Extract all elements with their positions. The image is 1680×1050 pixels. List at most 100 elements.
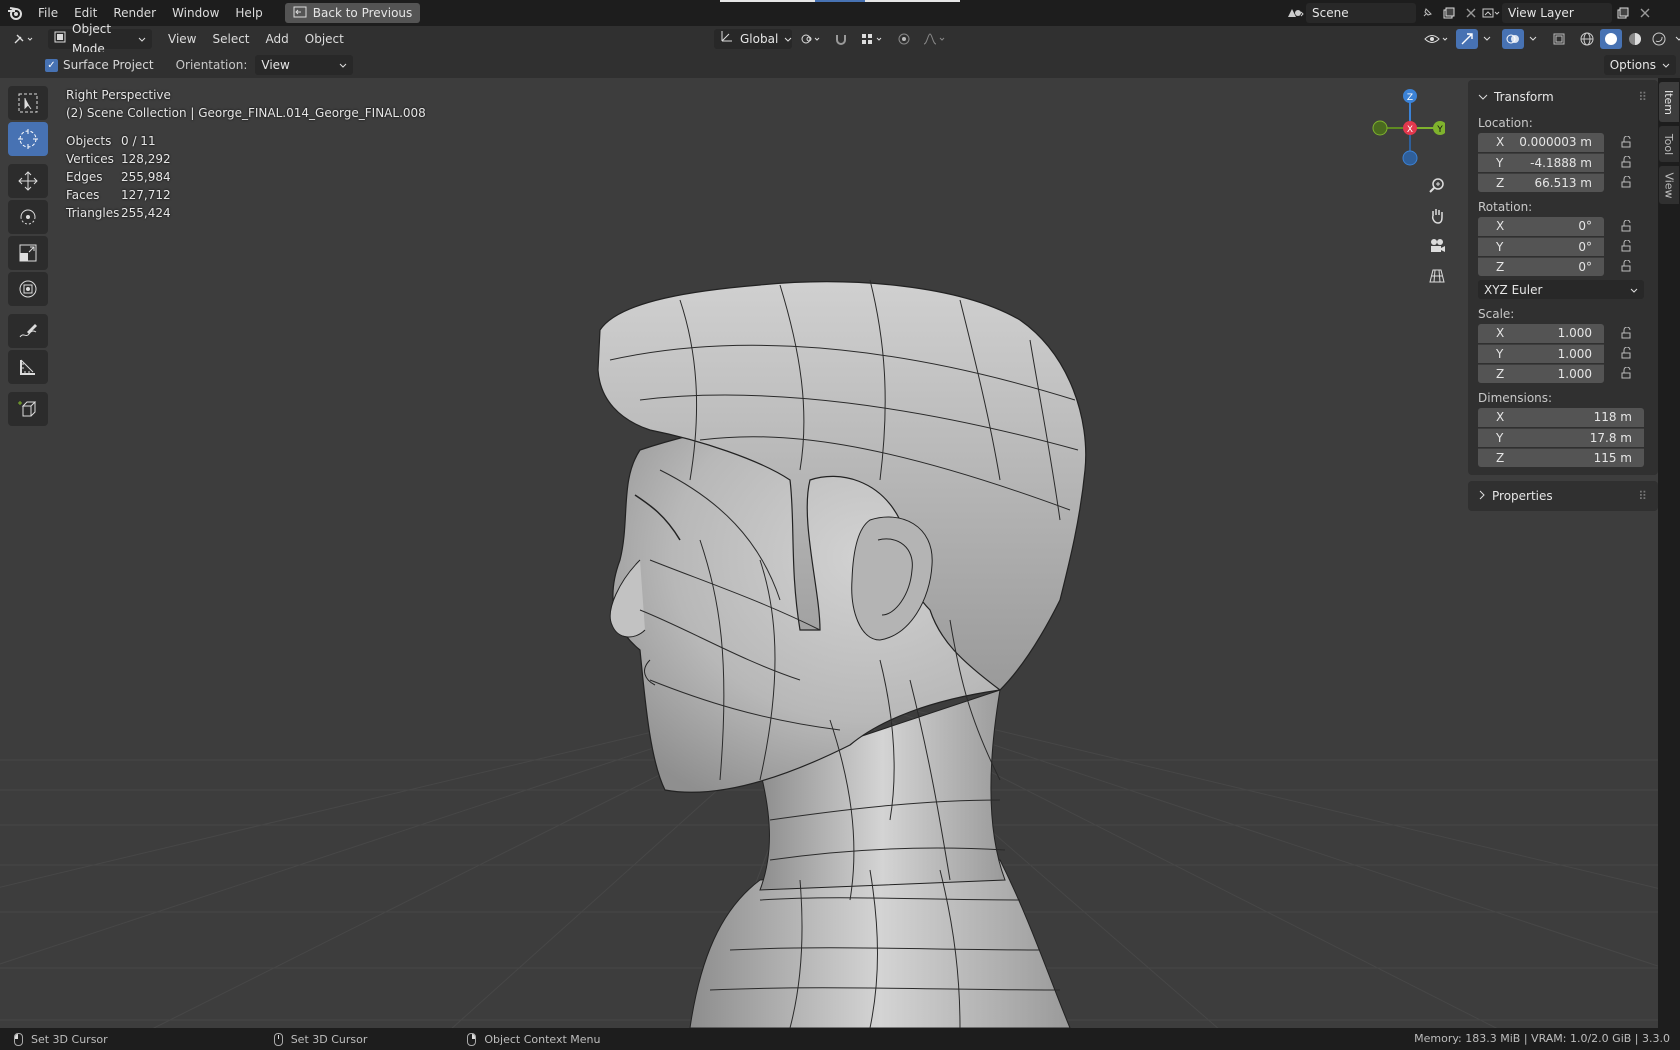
transform-tool-icon[interactable] (8, 272, 48, 306)
view-layer-selector[interactable]: View Layer (1480, 3, 1656, 23)
scene-name-field[interactable]: Scene (1306, 3, 1416, 23)
location-y-field[interactable]: Y -4.1888 m (1478, 152, 1604, 172)
back-to-previous-label: Back to Previous (312, 6, 413, 20)
unlock-icon[interactable] (1614, 257, 1638, 276)
drag-handle-icon[interactable]: ⠿ (1638, 90, 1648, 104)
unlock-icon[interactable] (1614, 173, 1638, 192)
location-z-field[interactable]: Z 66.513 m (1478, 172, 1604, 192)
delete-view-layer-icon[interactable] (1634, 3, 1656, 23)
viewport-menu-view[interactable]: View (160, 32, 204, 46)
gizmo-dropdown-icon[interactable] (1480, 29, 1494, 49)
dimensions-z-row: Z 115 m (1478, 447, 1648, 467)
scene-icon[interactable] (1284, 3, 1306, 23)
rotation-y-field[interactable]: Y 0° (1478, 236, 1604, 256)
perspective-toggle-icon[interactable] (1423, 262, 1451, 290)
rotation-x-field[interactable]: X 0° (1478, 216, 1604, 236)
mouse-left-icon (14, 1032, 23, 1046)
new-scene-icon[interactable] (1438, 3, 1460, 23)
xray-toggle-icon[interactable] (1548, 29, 1570, 49)
scale-label: Scale: (1478, 307, 1515, 321)
tab-view[interactable]: View (1659, 166, 1679, 204)
viewport-menu-select[interactable]: Select (204, 32, 257, 46)
unlock-icon[interactable] (1614, 237, 1638, 256)
add-cube-tool-icon[interactable] (8, 392, 48, 426)
pivot-point-icon[interactable] (796, 29, 826, 49)
pin-icon[interactable] (1416, 3, 1438, 23)
gizmo-toggle-icon[interactable] (1456, 29, 1478, 49)
overlays-dropdown-icon[interactable] (1526, 29, 1540, 49)
wireframe-shading-icon[interactable] (1576, 29, 1598, 49)
view-name: Right Perspective (66, 88, 171, 102)
scale-x-field[interactable]: X 1.000 (1478, 323, 1604, 343)
scale-z-field[interactable]: Z 1.000 (1478, 363, 1604, 383)
solid-shading-icon[interactable] (1600, 29, 1622, 49)
checkbox-checked-icon[interactable]: ✓ (45, 58, 58, 72)
location-z-row: Z 66.513 m (1478, 172, 1648, 192)
annotate-tool-icon[interactable] (8, 314, 48, 348)
unlock-icon[interactable] (1614, 324, 1638, 343)
editor-type-icon[interactable] (6, 29, 42, 49)
shading-dropdown-icon[interactable] (1672, 29, 1680, 49)
rotation-mode-select[interactable]: XYZ Euler (1478, 280, 1644, 299)
overlays-toggle-icon[interactable] (1502, 29, 1524, 49)
options-menu[interactable]: Options (1603, 55, 1676, 75)
transform-title: Transform (1494, 90, 1554, 104)
blender-logo-icon[interactable] (0, 1, 30, 25)
menu-window[interactable]: Window (164, 1, 227, 25)
properties-title: Properties (1492, 489, 1553, 503)
scale-y-field[interactable]: Y 1.000 (1478, 343, 1604, 363)
menu-file[interactable]: File (30, 1, 66, 25)
dimensions-x-field[interactable]: X 118 m (1478, 407, 1644, 427)
drag-handle-icon[interactable]: ⠿ (1638, 489, 1648, 503)
snap-target-icon[interactable] (856, 29, 888, 49)
scale-z-row: Z 1.000 (1478, 363, 1648, 383)
scale-tool-icon[interactable] (8, 236, 48, 270)
viewport-menu-object[interactable]: Object (297, 32, 352, 46)
proportional-edit-icon[interactable] (892, 29, 916, 49)
zoom-icon[interactable] (1423, 172, 1451, 200)
dimensions-y-field[interactable]: Y 17.8 m (1478, 427, 1644, 447)
snap-magnet-icon[interactable] (830, 29, 852, 49)
navigation-gizmo[interactable]: Z Y X (1365, 88, 1447, 168)
delete-scene-icon[interactable] (1460, 3, 1482, 23)
visibility-eye-icon[interactable] (1420, 29, 1454, 49)
unlock-icon[interactable] (1614, 344, 1638, 363)
view-layer-name-field[interactable]: View Layer (1502, 3, 1612, 23)
rotation-x-row: X 0° (1478, 216, 1648, 236)
material-preview-icon[interactable] (1624, 29, 1646, 49)
stat-objects: Objects 0 / 11 (66, 134, 156, 148)
surface-project-toggle[interactable]: ✓ Surface Project (45, 58, 154, 72)
unlock-icon[interactable] (1614, 217, 1638, 236)
mode-selector[interactable]: Object Mode (48, 22, 152, 56)
viewport-menu-add[interactable]: Add (258, 32, 297, 46)
options-label: Options (1609, 58, 1656, 72)
back-to-previous-button[interactable]: Back to Previous (284, 3, 421, 23)
move-tool-icon[interactable] (8, 164, 48, 198)
tab-tool[interactable]: Tool (1659, 126, 1679, 162)
location-x-field[interactable]: X 0.000003 m (1478, 132, 1604, 152)
properties-panel-header[interactable]: Properties ⠿ (1478, 485, 1648, 507)
measure-tool-icon[interactable] (8, 350, 48, 384)
orientation-selector[interactable]: View (255, 55, 354, 75)
select-box-tool-icon[interactable] (8, 86, 48, 120)
transform-panel-header[interactable]: Transform ⠿ (1478, 86, 1648, 108)
new-view-layer-icon[interactable] (1612, 3, 1634, 23)
rendered-shading-icon[interactable] (1648, 29, 1670, 49)
unlock-icon[interactable] (1614, 364, 1638, 383)
transform-orientation-selector[interactable]: Global (714, 29, 792, 49)
stat-vertices: Vertices 128,292 (66, 152, 171, 166)
falloff-curve-icon[interactable] (920, 29, 950, 49)
dimensions-z-field[interactable]: Z 115 m (1478, 447, 1644, 467)
unlock-icon[interactable] (1614, 133, 1638, 152)
pan-hand-icon[interactable] (1423, 202, 1451, 230)
rotate-tool-icon[interactable] (8, 200, 48, 234)
scene-selector[interactable]: Scene (1284, 3, 1482, 23)
camera-view-icon[interactable] (1423, 232, 1451, 260)
menu-help[interactable]: Help (227, 1, 270, 25)
tool-settings-bar: ✓ Surface Project Orientation: View Opti… (0, 52, 1680, 78)
cursor-tool-icon[interactable] (8, 122, 48, 156)
view-layer-icon[interactable] (1480, 3, 1502, 23)
unlock-icon[interactable] (1614, 153, 1638, 172)
tab-item[interactable]: Item (1659, 82, 1679, 122)
rotation-z-field[interactable]: Z 0° (1478, 256, 1604, 276)
